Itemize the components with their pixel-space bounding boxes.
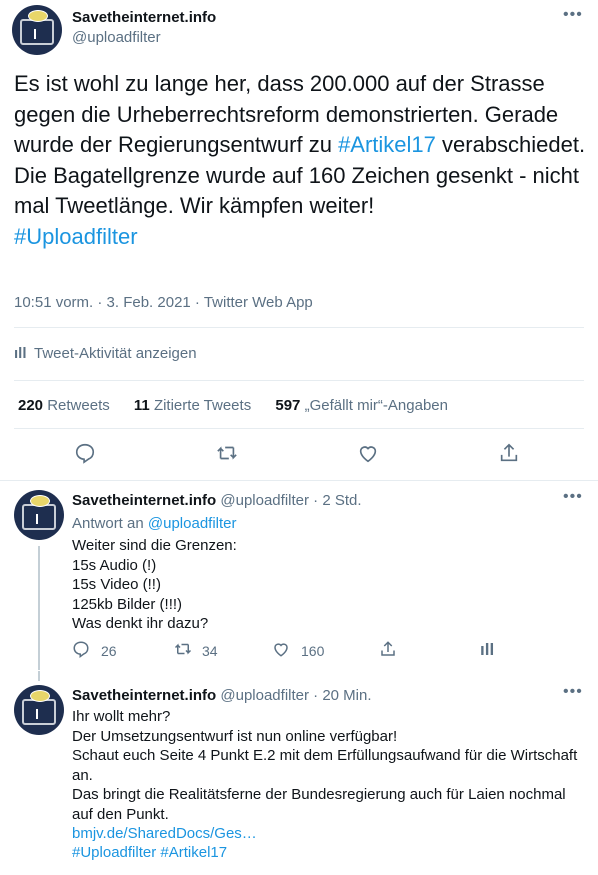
reply-to-line: Antwort an @uploadfilter [72, 514, 582, 534]
thread-line [38, 546, 40, 670]
avatar-eu-badge-shape [30, 495, 50, 507]
tweet-meta[interactable]: 10:51 vorm. · 3. Feb. 2021 · Twitter Web… [14, 294, 313, 311]
avatar-arrow-shape [36, 514, 42, 524]
avatar[interactable] [14, 685, 64, 735]
avatar-arrow-shape [36, 709, 42, 719]
avatar-eu-badge-shape [30, 690, 50, 702]
quotes-count: 11 [133, 397, 150, 414]
analytics-icon: ıll [14, 345, 27, 362]
tweet-activity-link[interactable]: ıll Tweet-Aktivität anzeigen [14, 345, 197, 362]
retweet-count: 34 [202, 643, 218, 659]
divider [14, 380, 584, 381]
thread-line [38, 671, 40, 681]
reply-text: Weiter sind die Grenzen: 15s Audio (!) 1… [72, 537, 237, 632]
share-icon[interactable] [379, 640, 397, 663]
tweet-stats: 220 Retweets 11 Zitierte Tweets 597 „Gef… [18, 397, 468, 414]
divider [14, 327, 584, 328]
avatar[interactable] [12, 5, 62, 55]
reply-link-line: bmjv.de/SharedDocs/Ges… [72, 824, 582, 844]
avatar-arrow-shape [34, 29, 40, 39]
author-handle[interactable]: @uploadfilter [72, 29, 161, 46]
reply-icon[interactable] [74, 442, 96, 470]
reply-actions: 26 34 160 ıll [72, 640, 592, 663]
heart-icon[interactable] [272, 640, 290, 663]
reply-to-label: Antwort an [72, 515, 144, 532]
reply-count: 26 [101, 643, 117, 659]
author-name[interactable]: Savetheinternet.info [72, 492, 216, 509]
analytics-icon[interactable]: ıll [480, 640, 494, 660]
divider [0, 480, 598, 481]
avatar-eu-badge-shape [28, 10, 48, 22]
more-horizontal-icon[interactable]: ••• [563, 683, 583, 701]
retweets-count: 220 [18, 397, 44, 414]
quotes-label: Zitierte Tweets [153, 397, 252, 414]
tweet-text: Es ist wohl zu lange her, dass 200.000 a… [14, 69, 589, 252]
reply-hashtags-line: #Uploadfilter #Artikel17 [72, 843, 582, 863]
author-handle[interactable]: @uploadfilter [220, 492, 309, 509]
mention-link[interactable]: @uploadfilter [148, 515, 237, 532]
share-icon[interactable] [498, 442, 520, 470]
like-count: 160 [301, 643, 325, 659]
hashtag-link[interactable]: #Artikel17 [338, 132, 436, 157]
tweet-actions [0, 442, 598, 468]
divider [14, 428, 584, 429]
quotes-stat[interactable]: 11 Zitierte Tweets [134, 397, 251, 414]
likes-stat[interactable]: 597 „Gefällt mir“-Angaben [275, 397, 448, 414]
timestamp[interactable]: · 2 Std. [313, 492, 361, 509]
more-horizontal-icon[interactable]: ••• [563, 6, 583, 24]
hashtag-link[interactable]: #Uploadfilter [14, 224, 138, 249]
author-name[interactable]: Savetheinternet.info [72, 687, 216, 704]
likes-count: 597 [275, 397, 301, 414]
retweets-stat[interactable]: 220 Retweets [18, 397, 110, 414]
likes-label: „Gefällt mir“-Angaben [304, 397, 448, 414]
activity-label: Tweet-Aktivität anzeigen [34, 345, 197, 362]
reply-icon[interactable] [72, 640, 90, 663]
author-handle[interactable]: @uploadfilter [220, 687, 309, 704]
avatar[interactable] [14, 490, 64, 540]
more-horizontal-icon[interactable]: ••• [563, 488, 583, 506]
reply-text: Ihr wollt mehr? Der Umsetzungsentwurf is… [72, 708, 578, 823]
author-name[interactable]: Savetheinternet.info [72, 9, 216, 26]
hashtag-links[interactable]: #Uploadfilter #Artikel17 [72, 844, 227, 861]
heart-icon[interactable] [357, 442, 379, 470]
reply-header: Savetheinternet.info @uploadfilter · 2 S… [72, 492, 362, 509]
reply-header: Savetheinternet.info @uploadfilter · 20 … [72, 687, 372, 704]
external-link[interactable]: bmjv.de/SharedDocs/Ges… [72, 825, 257, 842]
retweet-icon[interactable] [215, 442, 239, 470]
retweets-label: Retweets [47, 397, 110, 414]
retweet-icon[interactable] [173, 640, 193, 663]
timestamp[interactable]: · 20 Min. [313, 687, 371, 704]
